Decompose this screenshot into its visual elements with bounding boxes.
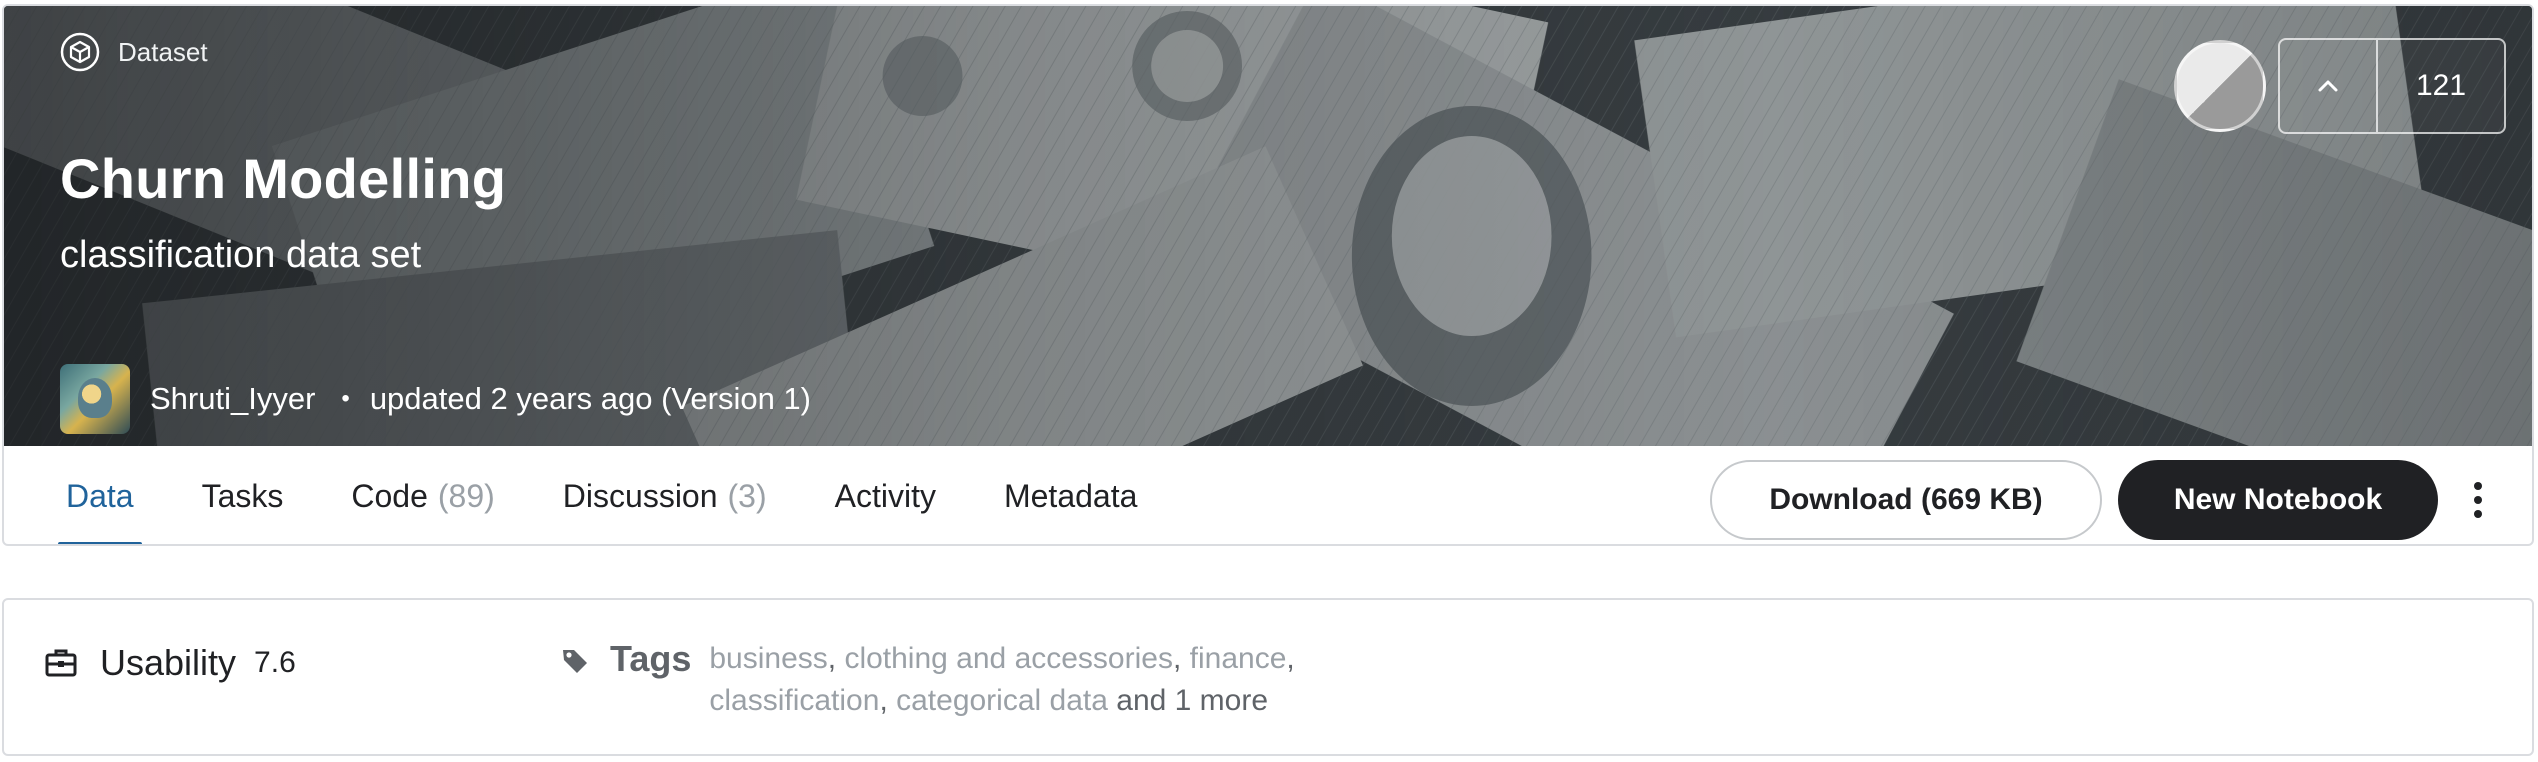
download-button[interactable]: Download (669 KB) (1710, 460, 2102, 540)
more-dot (2474, 510, 2482, 518)
voter-avatar-icon[interactable] (2174, 40, 2266, 132)
tab-label: Tasks (201, 477, 284, 514)
dataset-header-card: Dataset Churn Modelling classification d… (2, 4, 2534, 546)
tab-label: Discussion (562, 477, 718, 514)
tags-label: Tags (610, 638, 692, 679)
tag-separator: , (879, 684, 897, 717)
updated-text: updated 2 years ago (Version 1) (369, 381, 811, 416)
dataset-type-label: Dataset (60, 32, 208, 72)
tag-link[interactable]: finance (1190, 642, 1287, 675)
tab-code[interactable]: Code (89) (339, 446, 506, 544)
tab-label: Metadata (1003, 477, 1138, 514)
dataset-title: Churn Modelling (60, 147, 507, 210)
tag-separator: , (1172, 642, 1190, 675)
tab-label: Data (66, 477, 134, 514)
separator-dot: • (341, 385, 350, 412)
usability-section: Usability 7.6 (44, 642, 296, 684)
tag-link[interactable]: classification (709, 684, 879, 717)
dataset-subtitle: classification data set (60, 234, 422, 276)
header-banner: Dataset Churn Modelling classification d… (4, 6, 2532, 446)
dataset-info-card: Usability 7.6 Tags business, clothing an… (2, 598, 2534, 756)
tab-data[interactable]: Data (54, 446, 146, 544)
tab-count: (89) (437, 477, 495, 514)
tag-icon (563, 650, 587, 673)
more-dot (2474, 482, 2482, 490)
dataset-type-text: Dataset (118, 36, 208, 67)
tag-link[interactable]: categorical data (896, 684, 1108, 717)
tab-metadata[interactable]: Metadata (992, 446, 1149, 544)
usability-score[interactable]: 7.6 (254, 646, 296, 680)
tab-discussion[interactable]: Discussion (3) (551, 446, 779, 544)
briefcase-icon (45, 649, 77, 677)
tag-separator: , (827, 642, 845, 675)
more-dot (2474, 496, 2482, 504)
owner-info: Shruti_Iyyer • updated 2 years ago (Vers… (60, 364, 811, 434)
tag-link[interactable]: business (709, 642, 827, 675)
tab-count: (3) (727, 477, 767, 514)
tab-label: Activity (834, 477, 936, 514)
tags-section: Tags business, clothing and accessories,… (560, 638, 1409, 722)
new-notebook-button[interactable]: New Notebook (2118, 460, 2438, 540)
tab-label: Code (351, 477, 428, 514)
owner-name-link[interactable]: Shruti_Iyyer (150, 381, 315, 417)
tag-separator: , (1286, 642, 1295, 675)
usability-label: Usability (100, 642, 237, 683)
upvote-button[interactable] (2280, 40, 2378, 132)
chevron-up-icon (2318, 80, 2338, 92)
more-vertical-icon[interactable] (2458, 466, 2498, 534)
tag-list: business, clothing and accessories, fina… (709, 638, 1409, 722)
vote-count[interactable]: 121 (2378, 40, 2504, 132)
more-tags-link[interactable]: and 1 more (1116, 684, 1268, 717)
tag-link[interactable]: clothing and accessories (844, 642, 1173, 675)
upvote-widget: 121 (2278, 38, 2506, 134)
tab-tasks[interactable]: Tasks (190, 446, 296, 544)
tab-activity[interactable]: Activity (823, 446, 948, 544)
cube-icon (60, 32, 100, 72)
avatar[interactable] (60, 364, 130, 434)
